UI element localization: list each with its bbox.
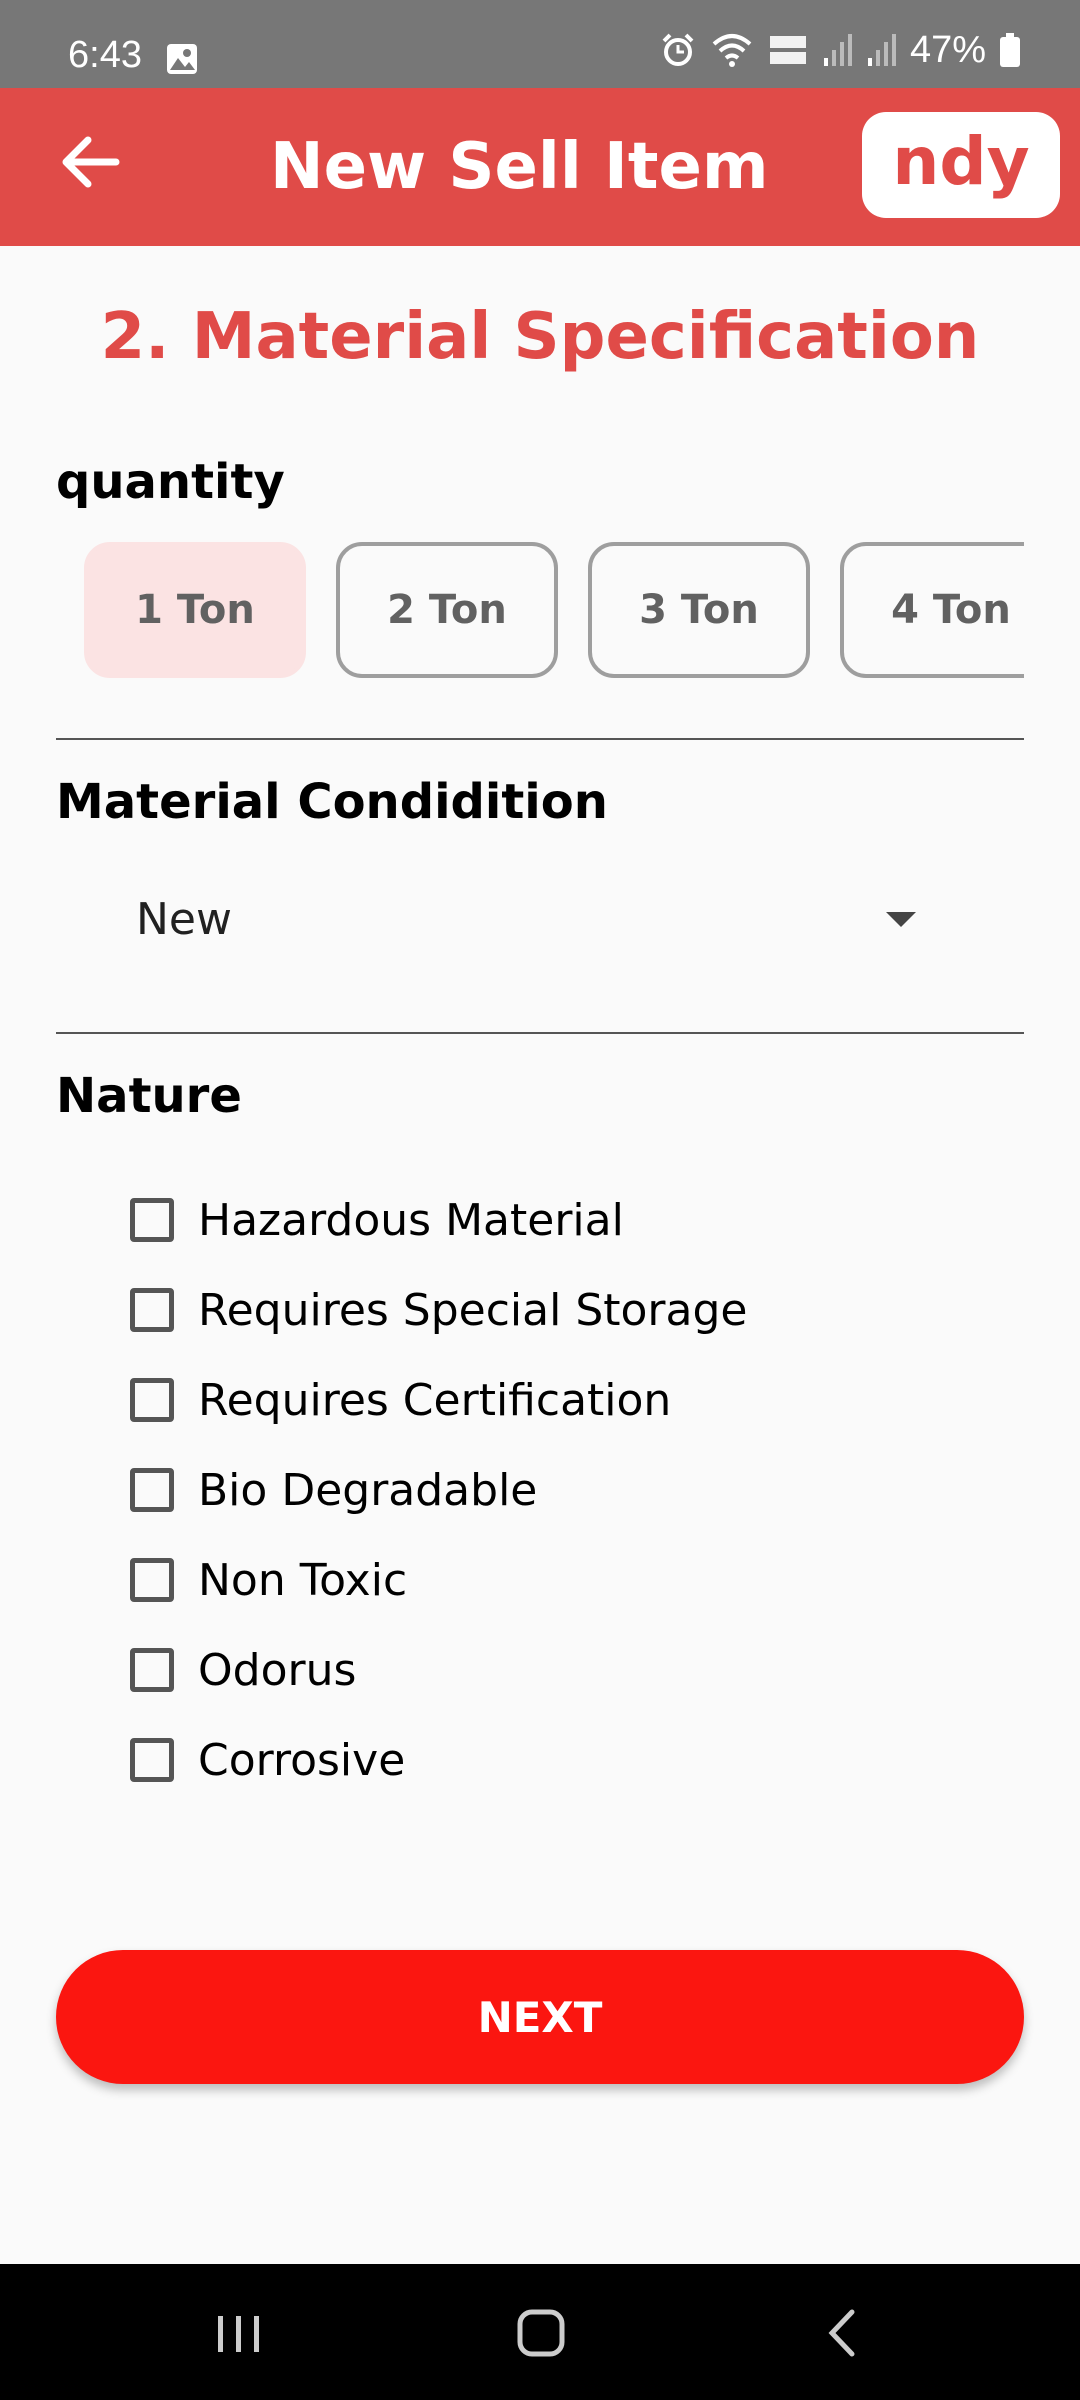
next-button-label: NEXT <box>477 1992 603 2042</box>
wifi-icon <box>712 34 752 67</box>
chip-label: 1 Ton <box>135 587 255 633</box>
condition-dropdown[interactable]: New <box>56 872 1024 972</box>
checkbox-odorus[interactable]: Odorus <box>130 1640 356 1700</box>
checkbox-icon[interactable] <box>130 1468 174 1512</box>
checkbox-label: Requires Certification <box>198 1374 672 1426</box>
checkbox-icon[interactable] <box>130 1378 174 1422</box>
checkbox-corrosive[interactable]: Corrosive <box>130 1730 405 1790</box>
chip-label: 4 Ton <box>891 587 1011 633</box>
status-icons: 47% <box>660 28 1020 71</box>
divider <box>56 1032 1024 1034</box>
app-bar: New Sell Item ndy <box>0 88 1080 246</box>
section-title: 2. Material Specification <box>100 300 980 374</box>
home-icon[interactable] <box>506 2298 576 2368</box>
battery-percent: 47% <box>909 28 986 71</box>
checkbox-hazardous-material[interactable]: Hazardous Material <box>130 1190 624 1250</box>
back-icon[interactable] <box>808 2298 878 2368</box>
checkbox-label: Requires Special Storage <box>198 1284 748 1336</box>
chip-label: 2 Ton <box>387 587 507 633</box>
signal-icon <box>823 34 852 66</box>
status-time: 6:43 <box>68 34 142 76</box>
divider <box>56 738 1024 740</box>
nav-bar <box>0 2264 1080 2400</box>
checkbox-label: Hazardous Material <box>198 1194 624 1246</box>
checkbox-label: Corrosive <box>198 1734 406 1786</box>
gallery-icon <box>167 44 197 74</box>
chip-label: 3 Ton <box>639 587 759 633</box>
checkbox-label: Odorus <box>198 1644 357 1696</box>
brand-logo: ndy <box>862 112 1060 218</box>
status-bar: 6:43 47% <box>0 0 1080 88</box>
checkbox-label: Non Toxic <box>198 1554 408 1606</box>
checkbox-requires-certification[interactable]: Requires Certification <box>130 1370 671 1430</box>
checkbox-label: Bio Degradable <box>198 1464 538 1516</box>
alarm-icon <box>662 33 694 66</box>
next-button[interactable]: NEXT <box>56 1950 1024 2084</box>
checkbox-bio-degradable[interactable]: Bio Degradable <box>130 1460 537 1520</box>
app-title: New Sell Item <box>270 130 769 204</box>
checkbox-icon[interactable] <box>130 1558 174 1602</box>
checkbox-icon[interactable] <box>130 1738 174 1782</box>
recent-apps-icon[interactable] <box>204 2298 274 2368</box>
volte-icon <box>769 36 806 64</box>
dropdown-arrow-icon <box>886 912 916 927</box>
nature-label: Nature <box>56 1068 242 1124</box>
checkbox-icon[interactable] <box>130 1198 174 1242</box>
back-arrow-icon[interactable] <box>52 122 132 202</box>
signal-icon <box>867 34 896 66</box>
checkbox-icon[interactable] <box>130 1648 174 1692</box>
checkbox-icon[interactable] <box>130 1288 174 1332</box>
checkbox-requires-special-storage[interactable]: Requires Special Storage <box>130 1280 747 1340</box>
battery-icon <box>1000 33 1020 67</box>
quantity-chip-4-ton[interactable]: 4 Ton <box>840 542 1024 678</box>
quantity-chips: 1 Ton 2 Ton 3 Ton 4 Ton <box>84 542 1024 682</box>
checkbox-non-toxic[interactable]: Non Toxic <box>130 1550 407 1610</box>
quantity-chip-1-ton[interactable]: 1 Ton <box>84 542 306 678</box>
condition-label: Material Condidition <box>56 774 608 830</box>
condition-value: New <box>136 894 232 945</box>
quantity-chip-3-ton[interactable]: 3 Ton <box>588 542 810 678</box>
quantity-label: quantity <box>56 454 285 510</box>
quantity-chip-2-ton[interactable]: 2 Ton <box>336 542 558 678</box>
